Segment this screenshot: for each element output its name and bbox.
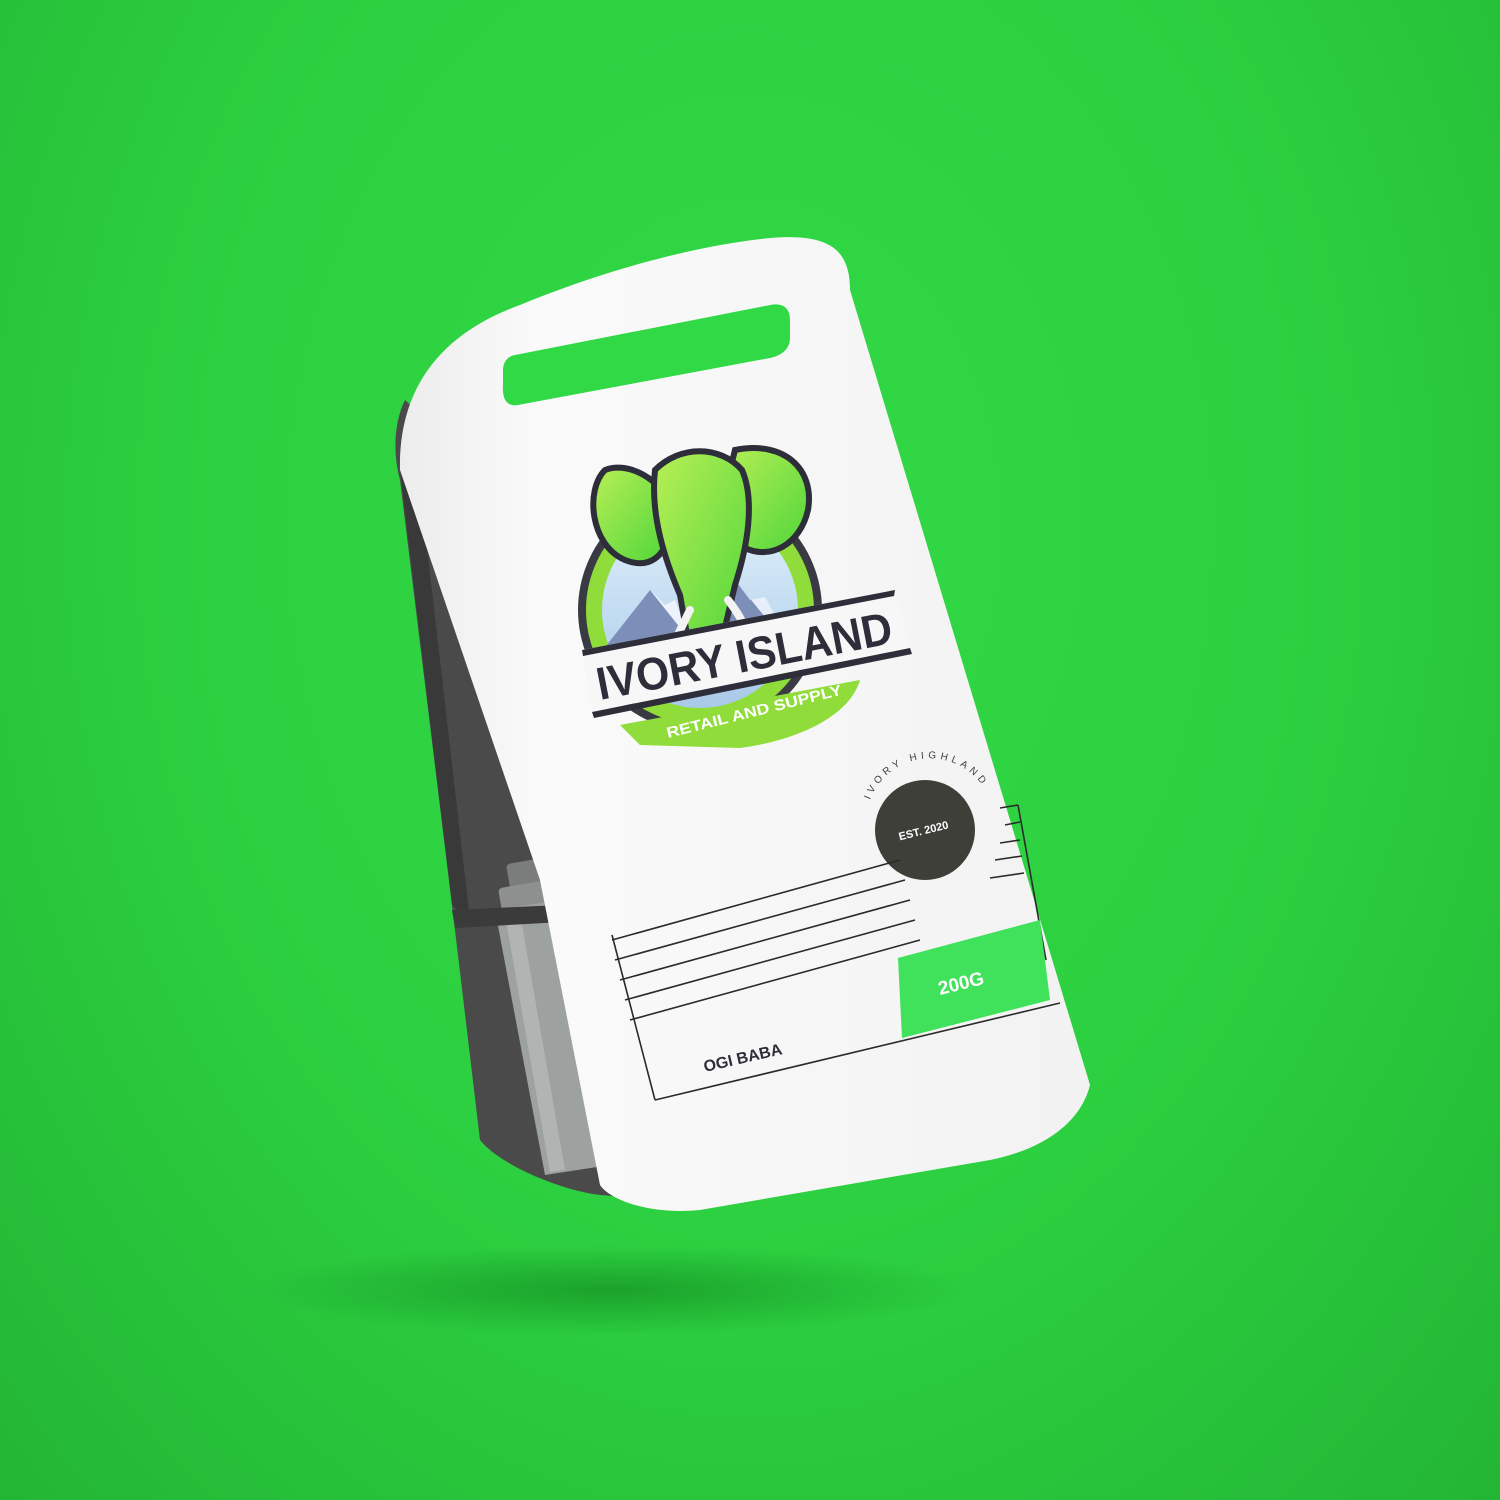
floor-shadow <box>250 1245 970 1335</box>
product-mockup-scene: IVORY ISLAND RETAIL AND SUPPLY EST. 2020… <box>250 237 1090 1335</box>
package: IVORY ISLAND RETAIL AND SUPPLY EST. 2020… <box>395 237 1090 1211</box>
